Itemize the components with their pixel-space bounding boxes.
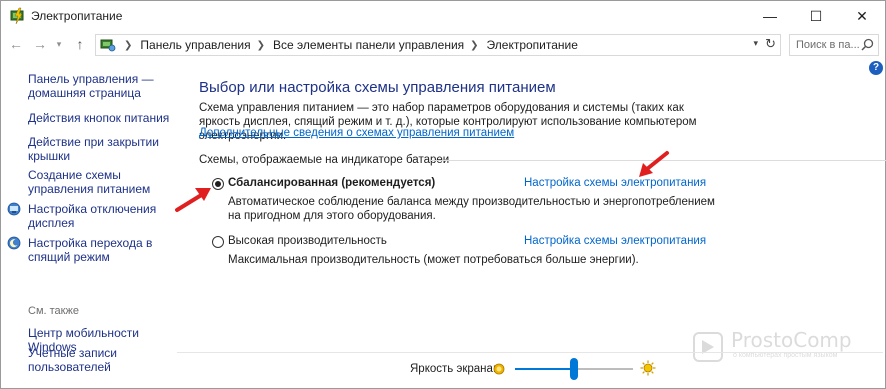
back-button[interactable]: ← xyxy=(7,35,25,53)
minimize-button[interactable]: — xyxy=(747,1,793,31)
window-title: Электропитание xyxy=(31,9,123,23)
brightness-slider-fill xyxy=(515,368,574,370)
address-bar[interactable]: ❯ Панель управления ❯ Все элементы панел… xyxy=(95,34,781,56)
forward-button[interactable]: → xyxy=(31,35,49,53)
breadcrumb-power-options[interactable]: Электропитание xyxy=(487,38,578,52)
plan-balanced-settings-link[interactable]: Настройка схемы электропитания xyxy=(524,177,706,189)
page-title: Выбор или настройка схемы управления пит… xyxy=(199,79,556,96)
brightness-low-icon xyxy=(493,363,505,375)
search-input[interactable]: Поиск в па... xyxy=(789,34,879,56)
title-bar: Электропитание — ☐ ✕ xyxy=(1,1,885,31)
address-dropdown-button[interactable]: ▾ xyxy=(753,38,758,49)
breadcrumb-control-panel[interactable]: Панель управления xyxy=(140,38,250,52)
chevron-right-icon[interactable]: ❯ xyxy=(470,40,478,51)
navigation-bar: ← → ▾ ↑ ❯ Панель управления ❯ Все элемен… xyxy=(1,31,885,59)
sidebar-link-display-off[interactable]: Настройка отключения дисплея xyxy=(28,202,178,230)
up-button[interactable]: ↑ xyxy=(71,35,89,53)
plan-high-performance-settings-link[interactable]: Настройка схемы электропитания xyxy=(524,235,706,247)
plan-high-performance-description: Максимальная производительность (может п… xyxy=(228,254,639,266)
breadcrumb: ❯ Панель управления ❯ Все элементы панел… xyxy=(118,38,578,52)
refresh-button[interactable]: ↻ xyxy=(765,36,776,52)
sleep-settings-icon xyxy=(7,236,21,250)
sidebar: Панель управления — домашняя страница Де… xyxy=(1,59,181,389)
annotation-arrow-left xyxy=(175,188,211,212)
chevron-right-icon[interactable]: ❯ xyxy=(257,40,265,51)
sidebar-link-power-buttons[interactable]: Действия кнопок питания xyxy=(28,111,178,125)
plan-balanced-name[interactable]: Сбалансированная (рекомендуется) xyxy=(228,177,435,189)
more-info-link[interactable]: Дополнительные сведения о схемах управле… xyxy=(199,127,514,139)
plan-high-performance-radio[interactable] xyxy=(212,236,224,248)
brightness-label: Яркость экрана: xyxy=(410,363,497,375)
watermark: ProstoComp о компьютерах простым языком xyxy=(691,328,871,368)
control-panel-window: Электропитание — ☐ ✕ ← → ▾ ↑ ❯ Панель уп… xyxy=(0,0,886,389)
sidebar-link-user-accounts[interactable]: Учетные записи пользователей xyxy=(28,346,178,374)
sidebar-link-home[interactable]: Панель управления — домашняя страница xyxy=(28,72,178,100)
search-placeholder: Поиск в па... xyxy=(796,39,860,51)
display-settings-icon xyxy=(7,202,21,216)
control-panel-icon xyxy=(100,39,116,52)
plans-group-label: Схемы, отображаемые на индикаторе батаре… xyxy=(199,154,450,166)
watermark-tagline: о компьютерах простым языком xyxy=(733,352,838,359)
annotation-arrow-right xyxy=(639,151,669,177)
plan-high-performance-name[interactable]: Высокая производительность xyxy=(228,235,387,247)
bottom-divider xyxy=(177,352,883,353)
sidebar-link-lid-close[interactable]: Действие при закрытии крышки xyxy=(28,135,173,163)
sidebar-link-create-plan[interactable]: Создание схемы управления питанием xyxy=(28,168,173,196)
plan-balanced-description: Автоматическое соблюдение баланса между … xyxy=(228,196,715,222)
watermark-logo-icon xyxy=(693,332,723,362)
recent-locations-button[interactable]: ▾ xyxy=(53,35,65,53)
maximize-button[interactable]: ☐ xyxy=(793,1,839,31)
sidebar-link-sleep[interactable]: Настройка перехода в спящий режим xyxy=(28,236,178,264)
brightness-high-icon xyxy=(640,360,656,376)
brightness-slider-thumb[interactable] xyxy=(570,358,578,380)
close-button[interactable]: ✕ xyxy=(839,1,885,31)
see-also-heading: См. также xyxy=(28,305,79,317)
chevron-right-icon: ❯ xyxy=(124,39,133,51)
search-icon[interactable] xyxy=(861,38,874,51)
power-options-icon xyxy=(10,7,24,25)
watermark-brand: ProstoComp xyxy=(731,328,852,352)
help-button[interactable]: ? xyxy=(869,61,883,75)
breadcrumb-all-items[interactable]: Все элементы панели управления xyxy=(273,38,464,52)
